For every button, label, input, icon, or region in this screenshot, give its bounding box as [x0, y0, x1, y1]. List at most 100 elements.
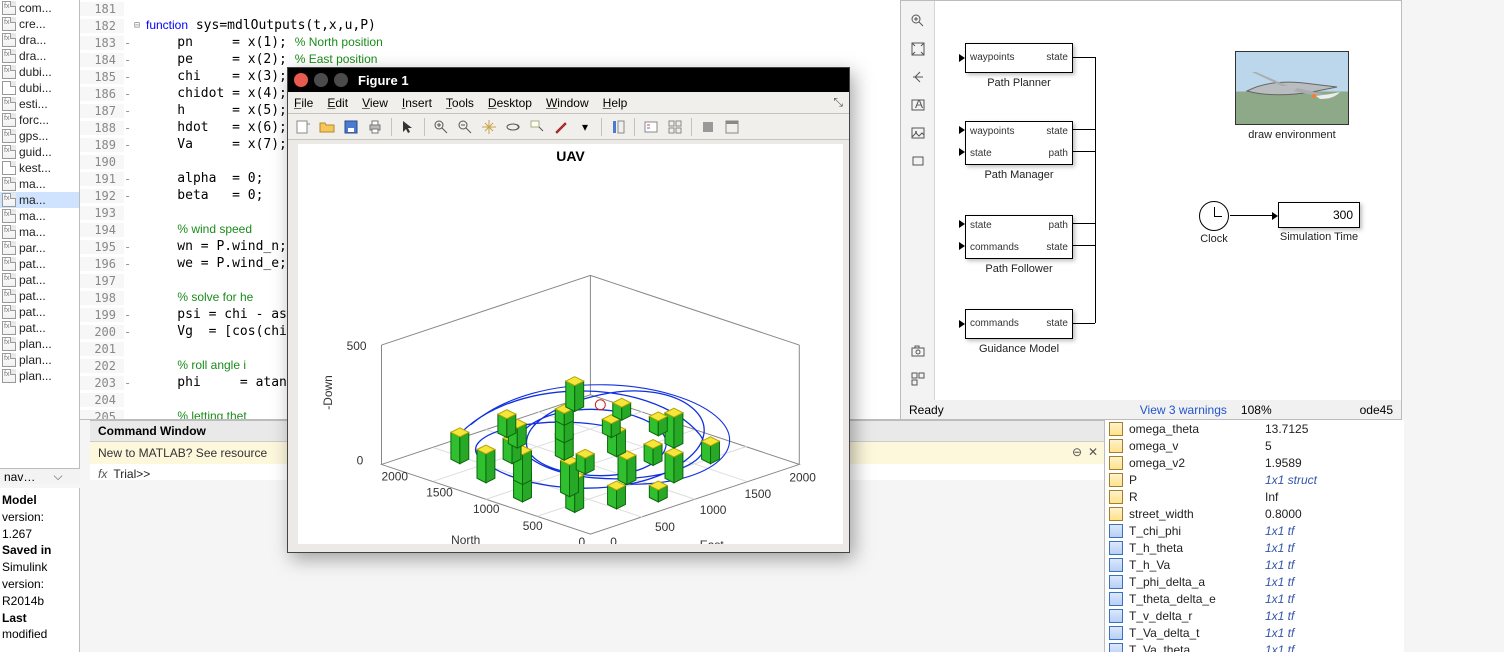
block-display[interactable]: 300: [1278, 202, 1360, 228]
menu-tools[interactable]: Tools: [446, 96, 474, 110]
legend-icon[interactable]: [640, 116, 662, 138]
workspace-row[interactable]: omega_v21.9589: [1105, 454, 1404, 471]
code-line[interactable]: 182⊟function sys=mdlOutputs(t,x,u,P): [80, 17, 900, 34]
workspace-row[interactable]: T_h_theta1x1 tf: [1105, 539, 1404, 556]
file-item[interactable]: kest...: [0, 160, 79, 176]
simulink-window[interactable]: A » waypoints state Path Planner waypoin…: [900, 0, 1402, 418]
workspace-panel[interactable]: omega_theta13.7125omega_v5omega_v21.9589…: [1104, 420, 1404, 652]
menu-file[interactable]: File: [294, 96, 313, 110]
rotate-3d-icon[interactable]: [502, 116, 524, 138]
hide-tools-icon[interactable]: [697, 116, 719, 138]
file-item[interactable]: ma...: [0, 176, 79, 192]
file-item[interactable]: pat...: [0, 256, 79, 272]
file-item[interactable]: ma...: [0, 208, 79, 224]
print-icon[interactable]: [364, 116, 386, 138]
workspace-row[interactable]: P1x1 struct: [1105, 471, 1404, 488]
menu-insert[interactable]: Insert: [402, 96, 432, 110]
dock-icon[interactable]: [721, 116, 743, 138]
file-item[interactable]: par...: [0, 240, 79, 256]
workspace-row[interactable]: T_chi_phi1x1 tf: [1105, 522, 1404, 539]
link-data-icon[interactable]: ▾: [574, 116, 596, 138]
file-item[interactable]: esti...: [0, 96, 79, 112]
pointer-icon[interactable]: [397, 116, 419, 138]
expand-icon[interactable]: ⤡: [833, 95, 843, 110]
figure-toolbar[interactable]: ▾: [288, 114, 849, 140]
file-item[interactable]: pat...: [0, 320, 79, 336]
pan-icon[interactable]: [478, 116, 500, 138]
workspace-row[interactable]: omega_v5: [1105, 437, 1404, 454]
simulink-canvas[interactable]: waypoints state Path Planner waypoints s…: [935, 1, 1401, 417]
menu-view[interactable]: View: [362, 96, 388, 110]
file-item[interactable]: dra...: [0, 48, 79, 64]
figure-window[interactable]: Figure 1 File Edit View Insert Tools Desktop W…: [287, 67, 850, 553]
workspace-row[interactable]: T_theta_delta_e1x1 tf: [1105, 590, 1404, 607]
annotation-icon[interactable]: A: [908, 95, 928, 115]
window-minimize-icon[interactable]: [314, 73, 328, 87]
workspace-row[interactable]: T_phi_delta_a1x1 tf: [1105, 573, 1404, 590]
close-icon[interactable]: ✕: [1086, 445, 1100, 459]
zoom-in-icon[interactable]: [430, 116, 452, 138]
block-path-follower[interactable]: state commands path state: [965, 215, 1073, 259]
workspace-row[interactable]: T_Va_theta1x1 tf: [1105, 641, 1404, 652]
file-item[interactable]: gps...: [0, 128, 79, 144]
file-item[interactable]: dubi...: [0, 80, 79, 96]
file-item[interactable]: com...: [0, 0, 79, 16]
file-item[interactable]: dubi...: [0, 64, 79, 80]
file-item[interactable]: cre...: [0, 16, 79, 32]
file-item[interactable]: pat...: [0, 304, 79, 320]
file-item[interactable]: ma...: [0, 192, 79, 208]
figure-menubar[interactable]: File Edit View Insert Tools Desktop Window Help…: [288, 92, 849, 114]
open-icon[interactable]: [316, 116, 338, 138]
zoom-out-icon[interactable]: [454, 116, 476, 138]
file-browser[interactable]: com...cre...dra...dra...dubi...dubi...es…: [0, 0, 80, 468]
file-item[interactable]: plan...: [0, 352, 79, 368]
code-line[interactable]: 183- pn = x(1); % North position: [80, 34, 900, 51]
code-line[interactable]: 181: [80, 0, 900, 17]
colorbar-icon[interactable]: [607, 116, 629, 138]
workspace-row[interactable]: RInf: [1105, 488, 1404, 505]
status-warnings-link[interactable]: View 3 warnings: [1140, 403, 1227, 417]
file-item[interactable]: ma...: [0, 224, 79, 240]
data-cursor-icon[interactable]: [526, 116, 548, 138]
workspace-row[interactable]: T_h_Va1x1 tf: [1105, 556, 1404, 573]
file-item[interactable]: forc...: [0, 112, 79, 128]
block-path-planner[interactable]: waypoints state: [965, 43, 1073, 73]
workspace-row[interactable]: T_v_delta_r1x1 tf: [1105, 607, 1404, 624]
camera-icon[interactable]: [908, 341, 928, 361]
menu-edit[interactable]: Edit: [327, 96, 348, 110]
workspace-row[interactable]: omega_theta13.7125: [1105, 420, 1404, 437]
figure-titlebar[interactable]: Figure 1: [288, 68, 849, 92]
menu-desktop[interactable]: Desktop: [488, 96, 532, 110]
menu-help[interactable]: Help: [603, 96, 628, 110]
simulink-palette[interactable]: A »: [901, 1, 935, 417]
block-guidance-model[interactable]: commands state: [965, 309, 1073, 339]
window-close-icon[interactable]: [294, 73, 308, 87]
menu-window[interactable]: Window: [546, 96, 589, 110]
code-line[interactable]: 184- pe = x(2); % East position: [80, 51, 900, 68]
properties-icon[interactable]: [908, 369, 928, 389]
workspace-row[interactable]: street_width0.8000: [1105, 505, 1404, 522]
block-clock[interactable]: [1199, 201, 1229, 231]
file-item[interactable]: pat...: [0, 272, 79, 288]
block-icon[interactable]: [908, 151, 928, 171]
file-browser-dropdown[interactable]: navsi... ⌵: [0, 468, 80, 484]
workspace-row[interactable]: T_Va_delta_t1x1 tf: [1105, 624, 1404, 641]
block-draw-environment[interactable]: [1235, 51, 1349, 125]
zoom-in-icon[interactable]: [908, 11, 928, 31]
file-item[interactable]: plan...: [0, 368, 79, 384]
file-item[interactable]: guid...: [0, 144, 79, 160]
subplot-icon[interactable]: [664, 116, 686, 138]
file-item[interactable]: pat...: [0, 288, 79, 304]
minimize-icon[interactable]: ⊖: [1072, 445, 1082, 459]
window-maximize-icon[interactable]: [334, 73, 348, 87]
new-figure-icon[interactable]: [292, 116, 314, 138]
nav-left-icon[interactable]: [908, 67, 928, 87]
fit-to-screen-icon[interactable]: [908, 39, 928, 59]
file-item[interactable]: dra...: [0, 32, 79, 48]
save-icon[interactable]: [340, 116, 362, 138]
brush-icon[interactable]: [550, 116, 572, 138]
image-icon[interactable]: [908, 123, 928, 143]
figure-axes[interactable]: UAV 500 0: [298, 144, 843, 544]
file-item[interactable]: plan...: [0, 336, 79, 352]
block-path-manager[interactable]: waypoints state state path: [965, 121, 1073, 165]
